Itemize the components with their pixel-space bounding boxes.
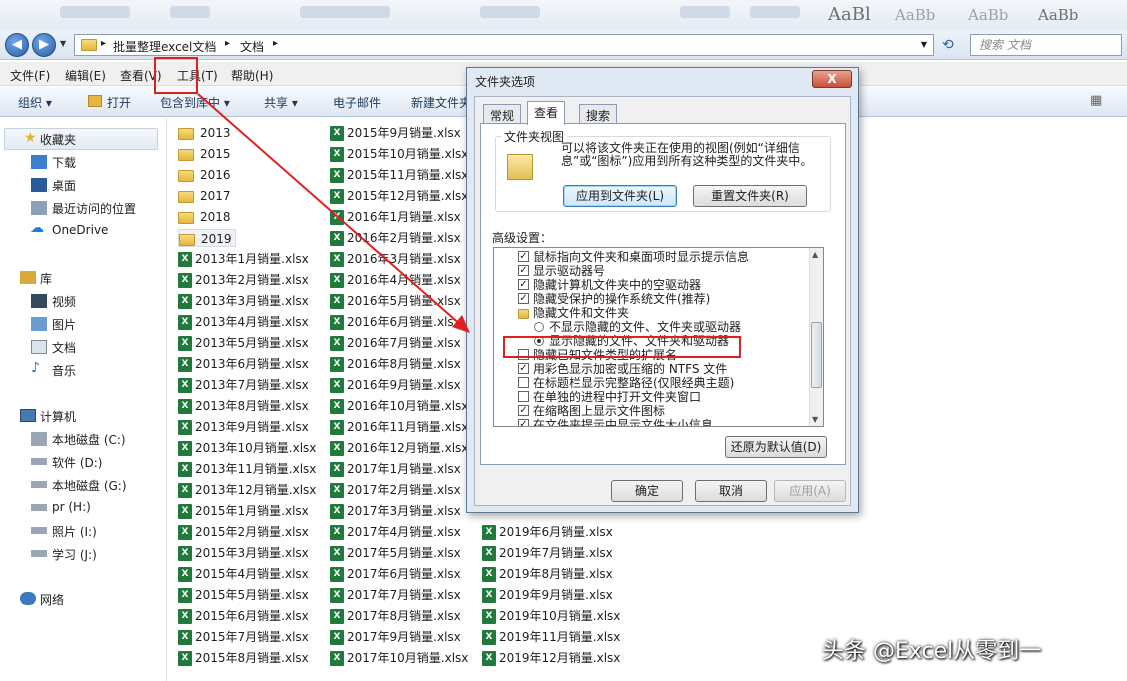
arrow-head	[452, 315, 470, 333]
arrow-line	[197, 93, 463, 327]
tab-view[interactable]: 查看	[527, 101, 566, 125]
watermark: 头条 @Excel从零到一	[822, 639, 1042, 664]
